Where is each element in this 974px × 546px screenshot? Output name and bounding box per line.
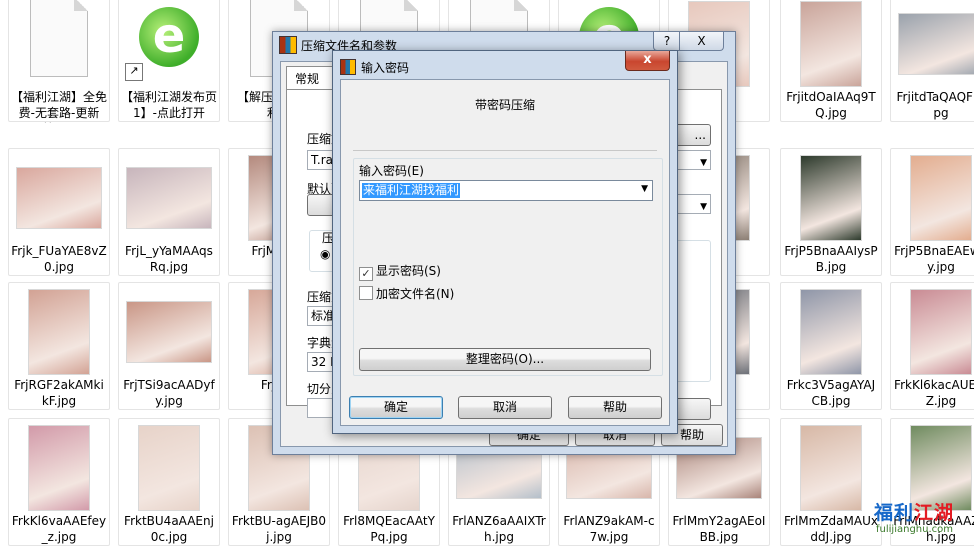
encrypt-filenames-checkbox[interactable]: 加密文件名(N): [359, 286, 454, 302]
file-tile[interactable]: Frjk_FUaYAE8vZ0.jpg: [8, 148, 110, 276]
dialog-titlebar[interactable]: 输入密码 x: [333, 51, 677, 79]
image-thumbnail: [800, 1, 862, 87]
watermark-text-b: 江湖: [914, 502, 955, 524]
watermark-logo: 福利江湖 fulijianghu.com: [870, 498, 972, 542]
file-tile[interactable]: FrjRGF2akAMkikF.jpg: [8, 282, 110, 410]
file-tile[interactable]: FrktBU4aAAEnj0c.jpg: [118, 418, 220, 546]
file-name: Frl8MQEacAAtYPq.jpg: [343, 514, 435, 544]
file-name: FrktBU4aAAEnj0c.jpg: [124, 514, 214, 544]
image-thumbnail: [800, 425, 862, 511]
file-tile[interactable]: FrkKl6vaAAEfey_z.jpg: [8, 418, 110, 546]
file-name: FrjRGF2akAMkikF.jpg: [14, 378, 104, 408]
checkbox-box[interactable]: ✓: [359, 267, 373, 281]
file-tile[interactable]: FrkKl6kacAUEWZ.jpg: [890, 282, 974, 410]
watermark-text-a: 福利: [874, 502, 915, 524]
ok-button[interactable]: 确定: [349, 396, 443, 419]
image-thumbnail: [28, 425, 90, 511]
file-name: FrjP5BnaAAIysPB.jpg: [784, 244, 878, 274]
file-name: Frkc3V5agAYAJCB.jpg: [786, 378, 876, 408]
file-name: FrlANZ6aAAIXTrh.jpg: [452, 514, 546, 544]
file-tile[interactable]: 【福利江湖】全免费-无套路-更新快.txt: [8, 0, 110, 123]
file-tile[interactable]: FrjL_yYaMAAqsRq.jpg: [118, 148, 220, 276]
show-password-label: 显示密码(S): [376, 264, 441, 278]
close-caption-button[interactable]: X: [679, 32, 724, 51]
file-name: FrjP5BnaEAEwBy.jpg: [894, 244, 974, 274]
image-thumbnail: [126, 301, 212, 363]
show-password-checkbox[interactable]: ✓ 显示密码(S): [359, 264, 441, 281]
image-thumbnail: [910, 289, 972, 375]
file-name: FrkKl6vaAAEfey_z.jpg: [11, 514, 107, 544]
chevron-down-icon: ▼: [700, 202, 707, 212]
shortcut-arrow-icon: ↗: [125, 63, 143, 81]
file-name: FrjitdTaQAQFP.jpg: [896, 90, 974, 120]
file-tile[interactable]: FrjitdOaIAAq9TQ.jpg: [780, 0, 882, 122]
watermark-url: fulijianghu.com: [876, 524, 953, 535]
file-tile[interactable]: FrjTSi9acAADyfy.jpg: [118, 282, 220, 410]
file-name: 【福利江湖发布页1】-点此打开: [121, 90, 217, 120]
file-name: FrktBU-agAEJB0j.jpg: [231, 514, 327, 544]
checkbox-box[interactable]: [359, 286, 373, 300]
help-button[interactable]: 帮助: [568, 396, 662, 419]
encrypt-filenames-label: 加密文件名(N): [376, 287, 455, 301]
file-name: FrjitdOaIAAq9TQ.jpg: [786, 90, 876, 120]
file-tile[interactable]: FrlMmZdaMAUxddJ.jpg: [780, 418, 882, 546]
dialog-header: 带密码压缩: [474, 98, 535, 112]
dialog-body: 带密码压缩 输入密码(E) 来福利江湖找福利 ▼ ✓ 显示密码(S) 加密文件名(…: [340, 79, 670, 426]
chevron-down-icon[interactable]: ▼: [641, 184, 648, 194]
cancel-button[interactable]: 取消: [458, 396, 552, 419]
password-value: 来福利江湖找福利: [362, 183, 461, 198]
image-thumbnail: [138, 425, 200, 511]
close-button[interactable]: x: [625, 51, 670, 71]
file-tile[interactable]: FrjP5BnaEAEwBy.jpg: [890, 148, 974, 276]
file-name: Frjk_FUaYAE8vZ0.jpg: [11, 244, 107, 274]
chevron-down-icon: ▼: [700, 158, 707, 168]
image-thumbnail: [126, 167, 212, 229]
image-thumbnail: [28, 289, 90, 375]
file-name: FrkKl6kacAUEWZ.jpg: [894, 378, 974, 408]
image-thumbnail: [800, 155, 862, 241]
file-name: FrlMmZdaMAUxddJ.jpg: [784, 514, 878, 544]
file-tile[interactable]: FrjP5BnaAAIysPB.jpg: [780, 148, 882, 276]
internet-explorer-icon: e: [139, 7, 199, 67]
file-tile[interactable]: e ↗ 【福利江湖发布页1】-点此打开: [118, 0, 220, 122]
image-thumbnail: [910, 155, 972, 241]
file-name: 【福利江湖】全免费-无套路-更新快.txt: [11, 90, 107, 123]
image-thumbnail: [16, 167, 102, 229]
enter-password-dialog: 输入密码 x 带密码压缩 输入密码(E) 来福利江湖找福利 ▼ ✓ 显示密码(S)…: [332, 50, 678, 434]
password-input[interactable]: 来福利江湖找福利 ▼: [359, 180, 653, 201]
winrar-icon: [340, 59, 356, 75]
image-thumbnail: [898, 13, 974, 75]
dialog-title: 输入密码: [361, 61, 410, 75]
file-name: FrjTSi9acAADyfy.jpg: [123, 378, 215, 408]
password-label: 输入密码(E): [359, 164, 424, 178]
file-tile[interactable]: Frkc3V5agAYAJCB.jpg: [780, 282, 882, 410]
file-name: FrlANZ9akAM-c7w.jpg: [563, 514, 655, 544]
file-name: FrjL_yYaMAAqsRq.jpg: [125, 244, 213, 274]
organize-passwords-button[interactable]: 整理密码(O)...: [359, 348, 651, 371]
text-file-icon: [30, 0, 88, 77]
file-name: FrlMmY2agAEoIBB.jpg: [672, 514, 766, 544]
file-tile[interactable]: FrjitdTaQAQFP.jpg: [890, 0, 974, 122]
help-caption-button[interactable]: ?: [653, 32, 681, 51]
divider: [353, 150, 657, 151]
image-thumbnail: [800, 289, 862, 375]
winrar-icon: [279, 36, 297, 54]
